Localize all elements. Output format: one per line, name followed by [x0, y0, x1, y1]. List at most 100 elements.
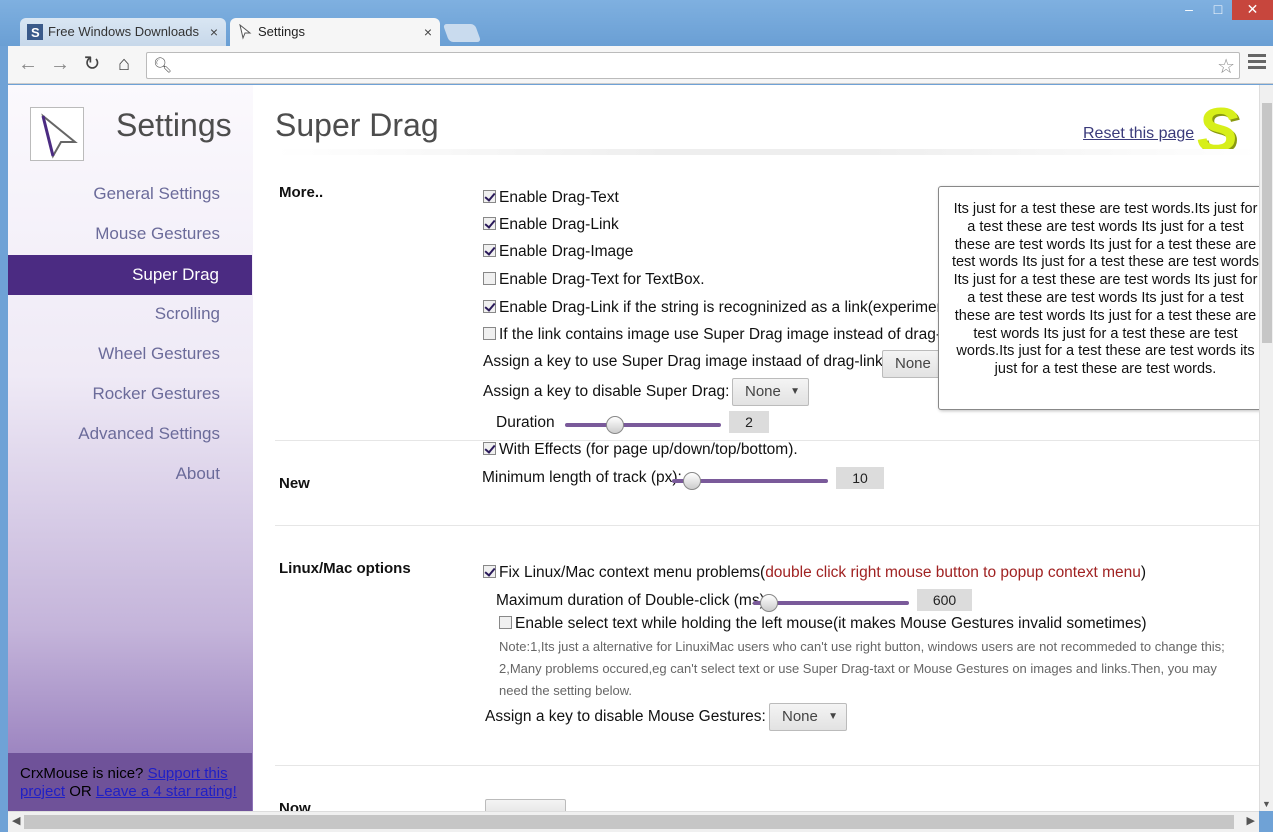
scroll-right-icon[interactable]: ▶ [1247, 814, 1255, 827]
sidebar-item-scrolling[interactable]: Scrolling [155, 304, 220, 324]
bookmark-star-icon[interactable]: ☆ [1217, 54, 1235, 79]
note-line-1: Note:1,Its just a alternative for Linuxi… [499, 639, 1225, 654]
scrollbar-thumb[interactable] [24, 815, 1234, 829]
sidebar: Settings General Settings Mouse Gestures… [8, 85, 253, 811]
note-line-2: 2,Many problems occured,eg can't select … [499, 661, 1217, 676]
option-drag-text-textbox[interactable]: Enable Drag-Text for TextBox. [483, 271, 705, 289]
drag-text-textbox-checkbox[interactable] [483, 272, 496, 285]
reload-icon[interactable]: ↻ [80, 52, 104, 76]
max-dblclick-value: 600 [917, 589, 972, 611]
rate-link[interactable]: Leave a 4 star rating! [96, 783, 237, 800]
note-line-3: need the setting below. [499, 683, 632, 698]
assign-disable-select[interactable]: None ▼ [732, 378, 809, 406]
minimize-button[interactable]: – [1174, 0, 1204, 20]
close-tab-icon[interactable]: × [210, 18, 218, 46]
section-label-more: More.. [279, 184, 324, 201]
scroll-left-icon[interactable]: ◀ [12, 814, 20, 827]
option-with-effects[interactable]: With Effects (for page up/down/top/botto… [483, 441, 798, 459]
test-tooltip: Its just for a test these are test words… [938, 186, 1259, 410]
sidebar-item-about[interactable]: About [176, 464, 220, 484]
sidebar-item-advanced-settings[interactable]: Advanced Settings [78, 424, 220, 444]
title-divider [275, 149, 1259, 155]
slider-thumb[interactable] [683, 472, 701, 490]
scroll-down-icon[interactable]: ▼ [1262, 799, 1271, 809]
section-divider [275, 765, 1259, 766]
tab-settings[interactable]: Settings × [230, 18, 440, 46]
reset-page-link[interactable]: Reset this page [1083, 125, 1194, 143]
max-dblclick-slider[interactable] [753, 593, 909, 613]
option-drag-link-string[interactable]: Enable Drag-Link if the string is recogn… [483, 299, 971, 317]
sidebar-item-rocker-gestures[interactable]: Rocker Gestures [92, 384, 220, 404]
option-label: Enable select text while holding the lef… [515, 615, 1147, 632]
assign-image-key-label: Assign a key to use Super Drag image ins… [483, 353, 892, 370]
option-label: If the link contains image use Super Dra… [499, 326, 965, 343]
option-label: Enable Drag-Text for TextBox. [499, 271, 705, 288]
address-bar[interactable]: 🔍︎ ☆ [146, 52, 1240, 79]
slider-track [565, 423, 721, 427]
drag-text-checkbox[interactable] [483, 190, 496, 203]
s-logo: S [1197, 96, 1239, 165]
sidebar-item-general-settings[interactable]: General Settings [93, 184, 220, 204]
assign-gestures-label: Assign a key to disable Mouse Gestures: [485, 708, 766, 725]
maximize-button[interactable]: □ [1204, 0, 1232, 20]
title-bar: S Free Windows Downloads × Settings × – … [0, 0, 1273, 46]
option-select-text[interactable]: Enable select text while holding the lef… [499, 615, 1146, 633]
sidebar-item-super-drag[interactable]: Super Drag [8, 255, 252, 295]
sidebar-footer: CrxMouse is nice? Support this project O… [8, 753, 252, 811]
option-label: Enable Drag-Link if the string is recogn… [499, 299, 972, 316]
option-drag-text[interactable]: Enable Drag-Text [483, 189, 619, 207]
partial-button[interactable] [485, 799, 566, 811]
with-effects-checkbox[interactable] [483, 442, 496, 455]
horizontal-scrollbar[interactable]: ◀ ▶ [8, 811, 1259, 832]
option-label: Fix Linux/Mac context menu problems( [499, 564, 766, 581]
menu-icon[interactable] [1248, 54, 1266, 74]
fix-context-menu-checkbox[interactable] [483, 565, 496, 578]
section-label-next: Now [279, 800, 311, 811]
max-dblclick-label: Maximum duration of Double-click (ms): [496, 592, 770, 609]
min-track-slider[interactable] [672, 471, 828, 491]
slider-thumb[interactable] [760, 594, 778, 612]
duration-value: 2 [729, 411, 769, 433]
cursor-logo-icon [41, 113, 78, 159]
option-label: Enable Drag-Text [499, 189, 619, 206]
section-divider [275, 525, 1259, 526]
drag-link-checkbox[interactable] [483, 217, 496, 230]
image-instead-link-checkbox[interactable] [483, 327, 496, 340]
sidebar-item-wheel-gestures[interactable]: Wheel Gestures [98, 344, 220, 364]
option-drag-link[interactable]: Enable Drag-Link [483, 216, 619, 234]
s-favicon-icon: S [27, 24, 43, 40]
tab-title: Free Windows Downloads [48, 24, 200, 39]
min-track-label: Minimum length of track (px): [482, 469, 682, 486]
section-label-new: New [279, 475, 310, 492]
home-icon[interactable]: ⌂ [112, 52, 136, 76]
drag-image-checkbox[interactable] [483, 244, 496, 257]
select-value: None [782, 708, 818, 725]
option-image-instead-link[interactable]: If the link contains image use Super Dra… [483, 326, 964, 344]
scrollbar-thumb[interactable] [1262, 103, 1272, 343]
select-text-checkbox[interactable] [499, 616, 512, 629]
slider-thumb[interactable] [606, 416, 624, 434]
chevron-down-icon: ▼ [828, 711, 838, 722]
select-value: None [745, 383, 781, 400]
option-fix-context-menu[interactable]: Fix Linux/Mac context menu problems(doub… [483, 564, 1146, 582]
main-content: Super Drag Reset this page S More.. Enab… [253, 85, 1259, 811]
sidebar-item-mouse-gestures[interactable]: Mouse Gestures [95, 224, 220, 244]
vertical-scrollbar[interactable]: ▼ [1259, 85, 1273, 811]
footer-text: CrxMouse is nice? [20, 765, 144, 782]
option-label: Enable Drag-Image [499, 243, 634, 260]
forward-arrow-icon[interactable]: → [48, 52, 72, 76]
option-hint: double click right mouse button to popup… [765, 564, 1141, 581]
assign-gestures-select[interactable]: None ▼ [769, 703, 847, 731]
drag-link-string-checkbox[interactable] [483, 300, 496, 313]
back-arrow-icon[interactable]: ← [16, 52, 40, 76]
tab-free-windows-downloads[interactable]: S Free Windows Downloads × [20, 18, 226, 46]
new-tab-button[interactable] [442, 24, 482, 42]
option-drag-image[interactable]: Enable Drag-Image [483, 243, 633, 261]
duration-slider[interactable] [565, 415, 721, 435]
chevron-down-icon: ▼ [790, 386, 800, 397]
page-title: Super Drag [275, 107, 439, 143]
footer-or-text: OR [69, 783, 92, 800]
close-window-button[interactable]: ✕ [1232, 0, 1273, 20]
assign-image-key-select[interactable]: None [882, 350, 942, 378]
close-tab-icon[interactable]: × [424, 18, 432, 46]
